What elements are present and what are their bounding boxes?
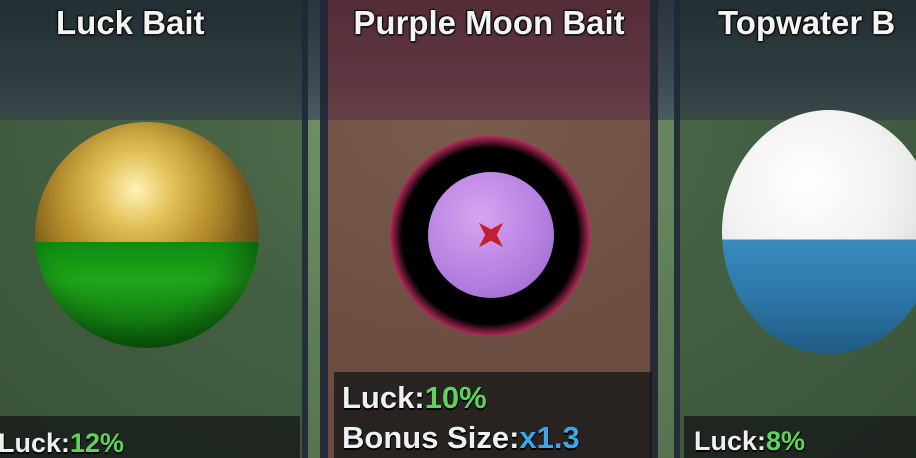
moon-core	[428, 172, 554, 298]
stat-value: 12%	[70, 428, 125, 458]
stat-row-bonus-size: Bonus Size:x1.3	[342, 420, 580, 456]
stats-panel: Luck:8%	[684, 416, 916, 458]
stats-panel: Luck:10% Bonus Size:x1.3	[334, 372, 652, 458]
bait-title: Topwater B	[718, 4, 896, 41]
stat-row-luck: Luck:12%	[0, 428, 124, 458]
stat-row-luck: Luck:8%	[694, 426, 805, 457]
bait-title: Purple Moon Bait	[353, 4, 625, 41]
stats-panel: Luck:12%	[0, 416, 300, 458]
luck-bait-icon	[35, 122, 259, 348]
star-icon	[467, 211, 515, 259]
card-border-left	[320, 0, 328, 458]
card-border	[302, 0, 308, 458]
stat-value: 8%	[766, 426, 806, 456]
bait-title: Luck Bait	[56, 4, 205, 41]
game-scene: Luck Bait Purple Moon Bait Topwater B Lu…	[0, 0, 916, 458]
stat-label: Luck:	[694, 426, 767, 456]
stat-label: Luck:	[342, 380, 425, 415]
stat-value: x1.3	[519, 420, 580, 455]
stat-value: 10%	[424, 380, 487, 415]
purple-moon-bait-icon	[390, 136, 590, 336]
stat-label: Bonus Size:	[342, 420, 520, 455]
card-border	[674, 0, 680, 458]
stat-row-luck: Luck:10%	[342, 380, 487, 416]
stat-label: Luck:	[0, 428, 71, 458]
